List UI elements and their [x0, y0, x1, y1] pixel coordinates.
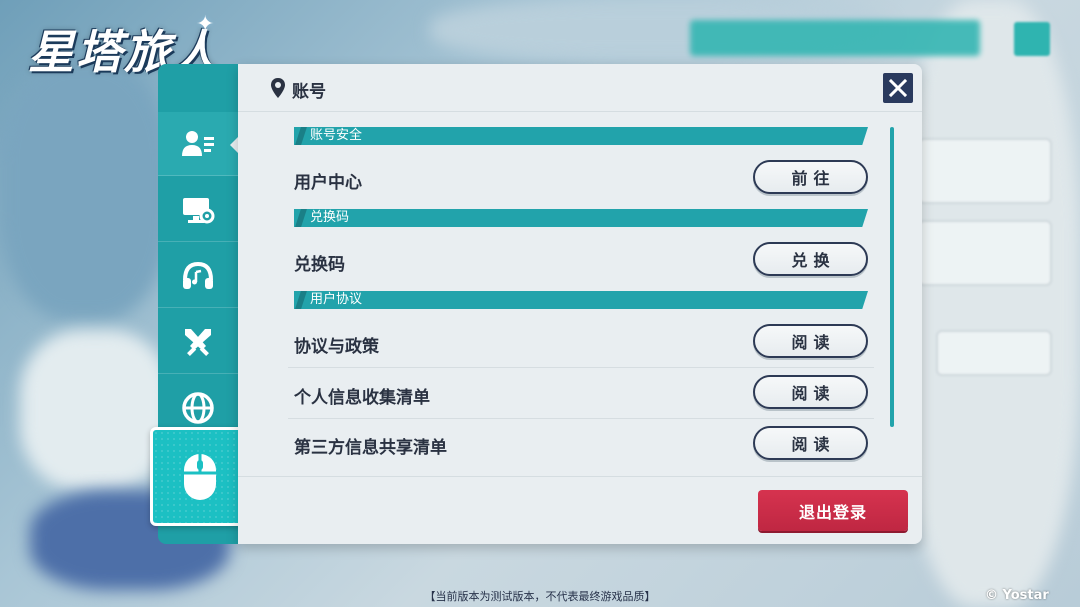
sidebar-item-audio[interactable]	[158, 244, 238, 308]
read-terms-button[interactable]: 阅读	[753, 324, 868, 358]
row-label-third-party-sharing: 第三方信息共享清单	[294, 438, 447, 458]
row-label-terms-policy: 协议与政策	[294, 337, 379, 357]
globe-icon	[182, 391, 214, 424]
read-personal-info-button[interactable]: 阅读	[753, 375, 868, 409]
background-card	[936, 330, 1052, 376]
row-label-personal-info-list: 个人信息收集清单	[294, 388, 430, 408]
panel-content: 账号安全 用户中心 前往 兑换码 兑换码 兑换 用户协议 协议与政策 阅读 个人…	[238, 112, 922, 476]
row-label-redeem-code: 兑换码	[294, 255, 345, 275]
panel-footer: 退出登录	[238, 476, 922, 544]
sidebar-item-controls[interactable]	[150, 427, 250, 526]
sparkle-icon: ✦	[196, 12, 215, 37]
background-banner	[690, 20, 980, 56]
panel-header: 账号	[238, 64, 922, 112]
read-third-party-button[interactable]: 阅读	[753, 426, 868, 460]
row-divider	[288, 367, 874, 368]
background-scenery	[20, 330, 170, 490]
scrollbar[interactable]	[890, 127, 894, 427]
redeem-button[interactable]: 兑换	[753, 242, 868, 276]
sidebar-item-combat[interactable]	[158, 310, 238, 374]
section-header-redeem-code: 兑换码	[294, 209, 868, 227]
close-icon	[888, 78, 908, 98]
scrollbar-thumb[interactable]	[890, 127, 894, 427]
panel-title: 账号	[292, 82, 326, 102]
copyright-text: © Yostar	[985, 588, 1049, 603]
go-button[interactable]: 前往	[753, 160, 868, 194]
section-label: 用户协议	[310, 292, 363, 307]
test-version-notice: 【当前版本为测试版本，不代表最终游戏品质】	[424, 590, 656, 603]
sidebar-item-account[interactable]	[158, 112, 239, 176]
background-card	[918, 138, 1052, 204]
logout-button[interactable]: 退出登录	[758, 490, 908, 531]
section-label: 账号安全	[310, 128, 363, 143]
crossed-swords-icon	[185, 328, 211, 356]
row-divider	[288, 418, 874, 419]
location-pin-icon	[271, 78, 285, 98]
section-header-user-agreement: 用户协议	[294, 291, 868, 309]
mouse-icon	[184, 453, 216, 500]
section-header-account-security: 账号安全	[294, 127, 868, 145]
account-settings-panel: 账号 账号安全 用户中心 前往 兑换码 兑换码 兑换 用户协议 协议与政策 阅读…	[238, 64, 922, 544]
headphones-icon	[183, 261, 213, 289]
display-settings-icon	[183, 197, 215, 223]
background-close-button	[1014, 22, 1050, 56]
background-card	[918, 220, 1052, 286]
sidebar-item-display[interactable]	[158, 178, 238, 242]
row-label-user-center: 用户中心	[294, 173, 362, 193]
background-scenery	[0, 60, 170, 320]
background-scenery	[900, 0, 1080, 607]
account-icon	[182, 130, 214, 156]
section-label: 兑换码	[310, 210, 350, 225]
close-button[interactable]	[883, 73, 913, 103]
